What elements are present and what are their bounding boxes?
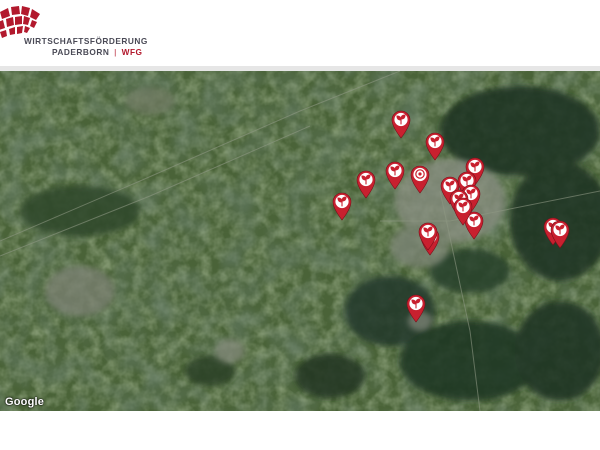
map-marker[interactable] <box>549 219 571 249</box>
site-header: WIRTSCHAFTSFÖRDERUNG PADERBORN | WFG <box>0 0 600 66</box>
map-pin-icon <box>453 197 473 226</box>
map-pin-icon <box>410 165 430 194</box>
logo-separator: | <box>114 47 117 57</box>
map-marker[interactable] <box>417 221 439 251</box>
map-marker[interactable] <box>452 196 474 226</box>
logo-line1: WIRTSCHAFTSFÖRDERUNG <box>24 36 148 46</box>
map-marker[interactable] <box>384 160 406 190</box>
logo-abbreviation: WFG <box>121 47 143 57</box>
map-pin-icon <box>332 192 352 221</box>
map-pin-icon <box>385 161 405 190</box>
map-marker[interactable] <box>405 293 427 323</box>
map-pin-icon <box>356 170 376 199</box>
map-marker[interactable] <box>331 191 353 221</box>
wfg-logo-text[interactable]: WIRTSCHAFTSFÖRDERUNG PADERBORN | WFG <box>24 36 148 58</box>
google-attribution[interactable]: Google <box>5 396 44 408</box>
map-pin-icon <box>391 110 411 139</box>
map-marker[interactable] <box>390 109 412 139</box>
map-marker[interactable] <box>409 164 431 194</box>
map-pin-icon <box>550 220 570 249</box>
satellite-imagery <box>0 71 600 411</box>
logo-line2: PADERBORN | WFG <box>24 47 148 58</box>
map-marker[interactable] <box>355 169 377 199</box>
map-pin-icon <box>406 294 426 323</box>
logo-city: PADERBORN <box>52 47 110 57</box>
map-pin-icon <box>418 222 438 251</box>
map-pin-icon <box>425 132 445 161</box>
map-marker[interactable] <box>424 131 446 161</box>
satellite-map[interactable]: Google <box>0 71 600 411</box>
page-footer <box>0 411 600 450</box>
